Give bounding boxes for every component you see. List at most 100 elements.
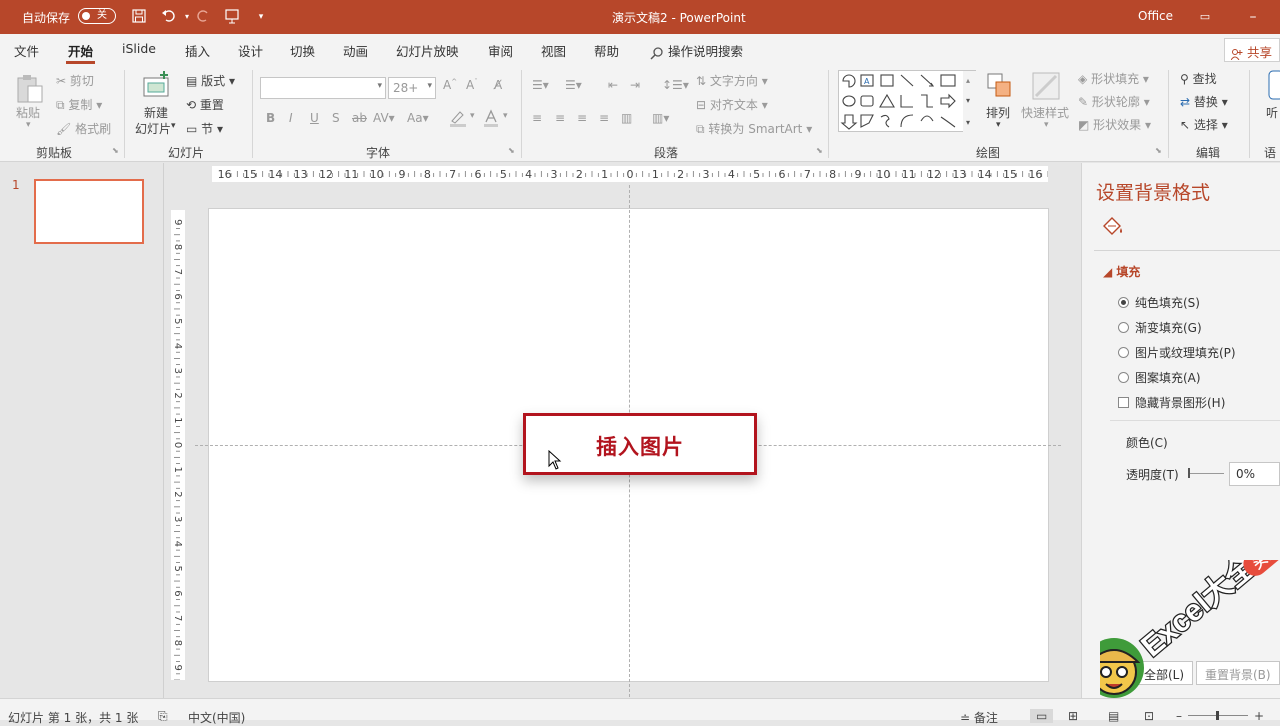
arrange-icon[interactable]: [986, 72, 1014, 100]
shape-effects-button[interactable]: ◩ 形状效果 ▾: [1078, 116, 1151, 133]
spelling-check-icon[interactable]: ⎘: [158, 709, 168, 724]
change-case-button[interactable]: Aa▾: [407, 111, 429, 125]
new-slide-label-1[interactable]: 新建: [144, 104, 168, 121]
font-launcher-icon[interactable]: ⬊: [508, 146, 515, 155]
strikethrough-button[interactable]: ab: [352, 111, 367, 125]
fill-bucket-icon[interactable]: [1100, 214, 1126, 240]
columns-icon[interactable]: ▥▾: [652, 111, 669, 125]
paste-icon[interactable]: [14, 72, 46, 104]
shapes-gallery[interactable]: A ▴ ▾ ▾: [838, 70, 977, 133]
reading-view-icon[interactable]: ▤: [1108, 709, 1119, 723]
tab-design[interactable]: 设计: [238, 41, 263, 60]
listen-button[interactable]: 听: [1266, 104, 1278, 121]
paste-button[interactable]: 粘贴: [16, 104, 40, 121]
undo-icon[interactable]: [160, 8, 178, 26]
align-right-icon[interactable]: ≡: [577, 111, 587, 125]
layout-button[interactable]: ▤ 版式 ▾: [186, 72, 235, 89]
highlight-dropdown-icon[interactable]: ▾: [470, 111, 475, 121]
align-left-icon[interactable]: ≡: [532, 111, 542, 125]
radio-gradient-fill[interactable]: 渐变填充(G): [1118, 319, 1202, 336]
clipboard-launcher-icon[interactable]: ⬊: [112, 146, 119, 155]
radio-solid-fill[interactable]: 纯色填充(S): [1118, 294, 1200, 311]
smartart-button[interactable]: ⧉ 转换为 SmartArt ▾: [696, 120, 812, 137]
find-button[interactable]: ⚲ 查找: [1180, 70, 1217, 87]
align-center-icon[interactable]: ≡: [555, 111, 565, 125]
microphone-icon[interactable]: [1268, 70, 1280, 100]
font-color-dropdown-icon[interactable]: ▾: [503, 111, 508, 121]
tab-slideshow[interactable]: 幻灯片放映: [396, 41, 459, 60]
shape-outline-button[interactable]: ✎ 形状轮廓 ▾: [1078, 93, 1150, 110]
slideshow-icon[interactable]: ⊡: [1144, 709, 1154, 723]
new-slide-icon[interactable]: [140, 70, 172, 100]
drawing-launcher-icon[interactable]: ⬊: [1155, 146, 1162, 155]
tab-insert[interactable]: 插入: [185, 41, 210, 60]
slide-thumbnail[interactable]: [34, 179, 144, 244]
grow-font-icon[interactable]: A^: [443, 78, 457, 92]
replace-button[interactable]: ⇄ 替换 ▾: [1180, 93, 1228, 110]
tell-me-search[interactable]: 操作说明搜索: [650, 41, 743, 60]
decrease-indent-icon[interactable]: ⇤: [608, 78, 618, 92]
ribbon-display-icon[interactable]: ▭: [1196, 8, 1214, 26]
arrange-dropdown-icon[interactable]: ▾: [996, 120, 1001, 130]
zoom-out-icon[interactable]: –: [1176, 709, 1182, 723]
hide-background-checkbox[interactable]: 隐藏背景图形(H): [1118, 394, 1225, 411]
customize-qat-icon[interactable]: ▾: [252, 8, 270, 26]
language-status[interactable]: 中文(中国): [188, 709, 245, 726]
shape-fill-button[interactable]: ◈ 形状填充 ▾: [1078, 70, 1149, 87]
quick-styles-button[interactable]: 快速样式: [1021, 104, 1069, 121]
cut-button[interactable]: ✂ 剪切: [56, 72, 94, 89]
distributed-icon[interactable]: ▥: [621, 111, 632, 125]
italic-button[interactable]: I: [289, 111, 293, 125]
arrange-button[interactable]: 排列: [986, 104, 1010, 121]
bullets-icon[interactable]: ☰▾: [532, 78, 549, 92]
quick-styles-dropdown-icon[interactable]: ▾: [1044, 120, 1049, 130]
paste-dropdown-icon[interactable]: ▾: [26, 120, 31, 130]
tab-review[interactable]: 审阅: [488, 41, 513, 60]
radio-picture-fill[interactable]: 图片或纹理填充(P): [1118, 344, 1236, 361]
save-icon[interactable]: [130, 8, 148, 26]
font-color-icon[interactable]: [482, 109, 500, 130]
char-spacing-button[interactable]: AV▾: [373, 111, 395, 125]
clear-format-icon[interactable]: A̸: [494, 78, 502, 92]
tab-islide[interactable]: iSlide: [122, 41, 156, 56]
account-name[interactable]: Office: [1138, 9, 1173, 23]
select-button[interactable]: ↖ 选择 ▾: [1180, 116, 1228, 133]
tab-file[interactable]: 文件: [14, 41, 39, 60]
transparency-input[interactable]: 0%: [1229, 462, 1280, 486]
tab-view[interactable]: 视图: [541, 41, 566, 60]
zoom-in-icon[interactable]: +: [1254, 709, 1264, 723]
bold-button[interactable]: B: [266, 111, 275, 125]
section-button[interactable]: ▭ 节 ▾: [186, 120, 223, 137]
justify-icon[interactable]: ≡: [599, 111, 609, 125]
fill-section-header[interactable]: ◢ 填充: [1103, 263, 1140, 280]
increase-indent-icon[interactable]: ⇥: [630, 78, 640, 92]
tab-help[interactable]: 帮助: [594, 41, 619, 60]
font-name-combo[interactable]: [260, 77, 386, 99]
numbering-icon[interactable]: ☰▾: [565, 78, 582, 92]
shrink-font-icon[interactable]: Aˇ: [466, 78, 478, 92]
slide-sorter-icon[interactable]: ⊞: [1068, 709, 1078, 723]
redo-icon[interactable]: [194, 8, 212, 26]
autosave-toggle[interactable]: 关: [78, 8, 116, 24]
line-spacing-icon[interactable]: ↕☰▾: [662, 78, 689, 92]
transparency-slider-track[interactable]: [1190, 473, 1224, 474]
copy-button[interactable]: ⧉ 复制 ▾: [56, 96, 102, 113]
shadow-button[interactable]: S: [332, 111, 340, 125]
new-slide-label-2[interactable]: 幻灯片: [135, 120, 171, 137]
tab-transitions[interactable]: 切换: [290, 41, 315, 60]
quick-styles-icon[interactable]: [1030, 70, 1062, 102]
align-text-button[interactable]: ⊟ 对齐文本 ▾: [696, 96, 768, 113]
zoom-slider-thumb[interactable]: [1216, 711, 1219, 720]
format-painter-button[interactable]: 🖌 格式刷: [56, 120, 111, 137]
paragraph-launcher-icon[interactable]: ⬊: [816, 146, 823, 155]
font-size-combo[interactable]: 28+: [388, 77, 436, 99]
notes-button[interactable]: ≐ 备注: [960, 709, 998, 726]
text-direction-button[interactable]: ⇅ 文字方向 ▾: [696, 72, 768, 89]
minimize-icon[interactable]: –: [1244, 8, 1262, 26]
radio-pattern-fill[interactable]: 图案填充(A): [1118, 369, 1201, 386]
underline-button[interactable]: U: [310, 111, 319, 125]
reset-button[interactable]: ⟲ 重置: [186, 96, 224, 113]
normal-view-icon[interactable]: ▭: [1030, 709, 1054, 723]
present-icon[interactable]: [223, 8, 241, 26]
tab-home[interactable]: 开始: [65, 41, 96, 64]
